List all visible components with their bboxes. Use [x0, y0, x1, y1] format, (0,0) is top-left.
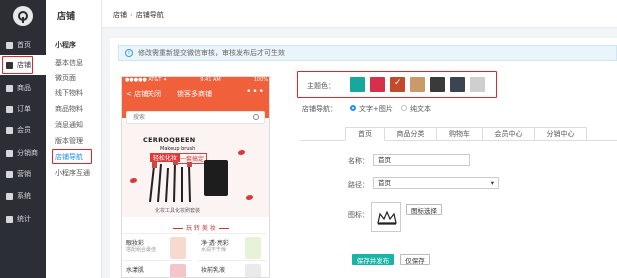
product-image: [170, 264, 186, 277]
breadcrumb-separator: ›: [130, 11, 133, 19]
subnav-item-goods-material[interactable]: 商品物料: [55, 104, 83, 114]
phone-product-card[interactable]: 妆前乳液: [197, 260, 267, 277]
tab-category[interactable]: 商品分类: [385, 127, 437, 141]
radio-text-only[interactable]: [401, 105, 407, 111]
tab-distribution-center[interactable]: 分销中心: [535, 127, 587, 141]
banner-brand-sub: Makeup brush: [160, 146, 196, 152]
subnav-item-basic-info[interactable]: 基本信息: [55, 58, 83, 68]
breadcrumb: 店铺 › 店铺导航: [113, 10, 164, 20]
radio-text-only-label: 纯文本: [410, 105, 431, 113]
breadcrumb-parent[interactable]: 店铺: [113, 11, 127, 19]
nav-item-members[interactable]: 会员: [0, 120, 46, 140]
radio-text-image[interactable]: [350, 105, 356, 111]
marketing-icon: [6, 170, 13, 178]
nav-item-goods[interactable]: 商品: [0, 78, 46, 98]
phone-carrier: ●●●●● AT&T ✦: [125, 77, 168, 83]
subnav-item-version[interactable]: 版本管理: [55, 136, 83, 146]
search-icon: [253, 114, 259, 120]
subnav-item-message-notify[interactable]: 消息通知: [55, 120, 83, 130]
phone-close-button[interactable]: 关闭: [147, 89, 161, 99]
subnav-group-miniprogram: 小程序: [55, 41, 76, 49]
nav-tabs: 首页 商品分类 购物车 会员中心 分销中心: [345, 127, 617, 141]
member-icon: [6, 126, 13, 134]
phone-battery: 100%: [253, 77, 268, 83]
brush-cup-image: [204, 160, 228, 196]
phone-title: 锁客多商铺: [177, 90, 212, 98]
product-image: [245, 264, 261, 277]
info-icon: i: [125, 49, 133, 57]
highlight-box-theme-colors: [297, 71, 497, 98]
subnav-item-interop[interactable]: 小程序互通: [55, 168, 90, 178]
nav-item-distributor[interactable]: 分销商: [0, 143, 46, 163]
more-icon[interactable]: •••: [246, 87, 265, 97]
path-label: 路径：: [348, 181, 369, 189]
phone-product-card[interactable]: 眼妆彩 搭配组合最佳: [122, 233, 192, 259]
phone-time: 9:41 AM: [200, 77, 221, 83]
phone-back-button[interactable]: < 店铺: [126, 89, 148, 99]
name-input[interactable]: 首页: [373, 154, 470, 166]
system-icon: [6, 192, 13, 200]
breadcrumb-current: 店铺导航: [135, 11, 164, 19]
phone-product-card[interactable]: 水漾肌: [122, 260, 192, 277]
name-label: 名称：: [348, 157, 369, 165]
phone-status-bar: ●●●●● AT&T ✦ 9:41 AM 100%: [122, 77, 269, 85]
banner-caption: 化妆工具化妆刷套装: [155, 208, 201, 214]
notice-bar: i 修改需重新提交微信审核，审核发布后才可生效: [118, 45, 617, 61]
subnav-title: 店铺: [57, 12, 76, 22]
nav-item-home[interactable]: 首页: [0, 35, 46, 55]
icon-preview: [371, 202, 401, 232]
tab-cart[interactable]: 购物车: [437, 127, 483, 141]
banner-brand: CERROQBEEN: [143, 136, 196, 144]
save-only-button[interactable]: 仅保存: [400, 254, 430, 265]
distributor-icon: [6, 149, 13, 157]
highlight-box-store-nav: [2, 56, 33, 74]
icon-label: 图标：: [348, 211, 369, 219]
chevron-down-icon: ▾: [490, 179, 494, 187]
store-nav-label: 店铺导航：: [302, 105, 337, 113]
phone-nav-bar: < 店铺 关闭 锁客多商铺 •••: [122, 85, 269, 102]
tab-home[interactable]: 首页: [345, 127, 385, 141]
nav-item-marketing[interactable]: 营销: [0, 164, 46, 184]
notice-text: 修改需重新提交微信审核，审核发布后才可生效: [138, 49, 285, 57]
subnav-item-offline-material[interactable]: 线下物料: [55, 88, 83, 98]
order-icon: [6, 105, 13, 113]
product-image: [170, 237, 186, 259]
phone-section-title: 玩 转 美 妆: [170, 223, 232, 232]
nav-item-system[interactable]: 系统: [0, 186, 46, 206]
goods-icon: [6, 84, 13, 92]
home-icon: [6, 41, 13, 49]
nav-item-orders[interactable]: 订单: [0, 99, 46, 119]
crown-icon: [377, 211, 397, 225]
phone-search-input[interactable]: 搜索: [126, 111, 265, 124]
makeup-brushes-image: [149, 160, 192, 203]
product-image: [245, 237, 261, 259]
icon-select-button[interactable]: 图标选择: [406, 204, 442, 215]
subnav-item-micro-page[interactable]: 微页面: [55, 73, 76, 83]
top-header: [102, 0, 617, 28]
phone-product-card[interactable]: 净·透·亮彩 水润不干燥: [197, 233, 267, 259]
tab-member-center[interactable]: 会员中心: [483, 127, 535, 141]
radio-text-image-label: 文字+图片: [359, 105, 393, 113]
save-publish-button[interactable]: 保存并发布: [352, 254, 394, 265]
highlight-box-store-nav-sub: [52, 149, 92, 164]
nav-item-stats[interactable]: 统计: [0, 209, 46, 229]
app-logo: [13, 6, 33, 26]
path-select[interactable]: 首页 ▾: [373, 177, 499, 189]
stats-icon: [6, 215, 13, 223]
